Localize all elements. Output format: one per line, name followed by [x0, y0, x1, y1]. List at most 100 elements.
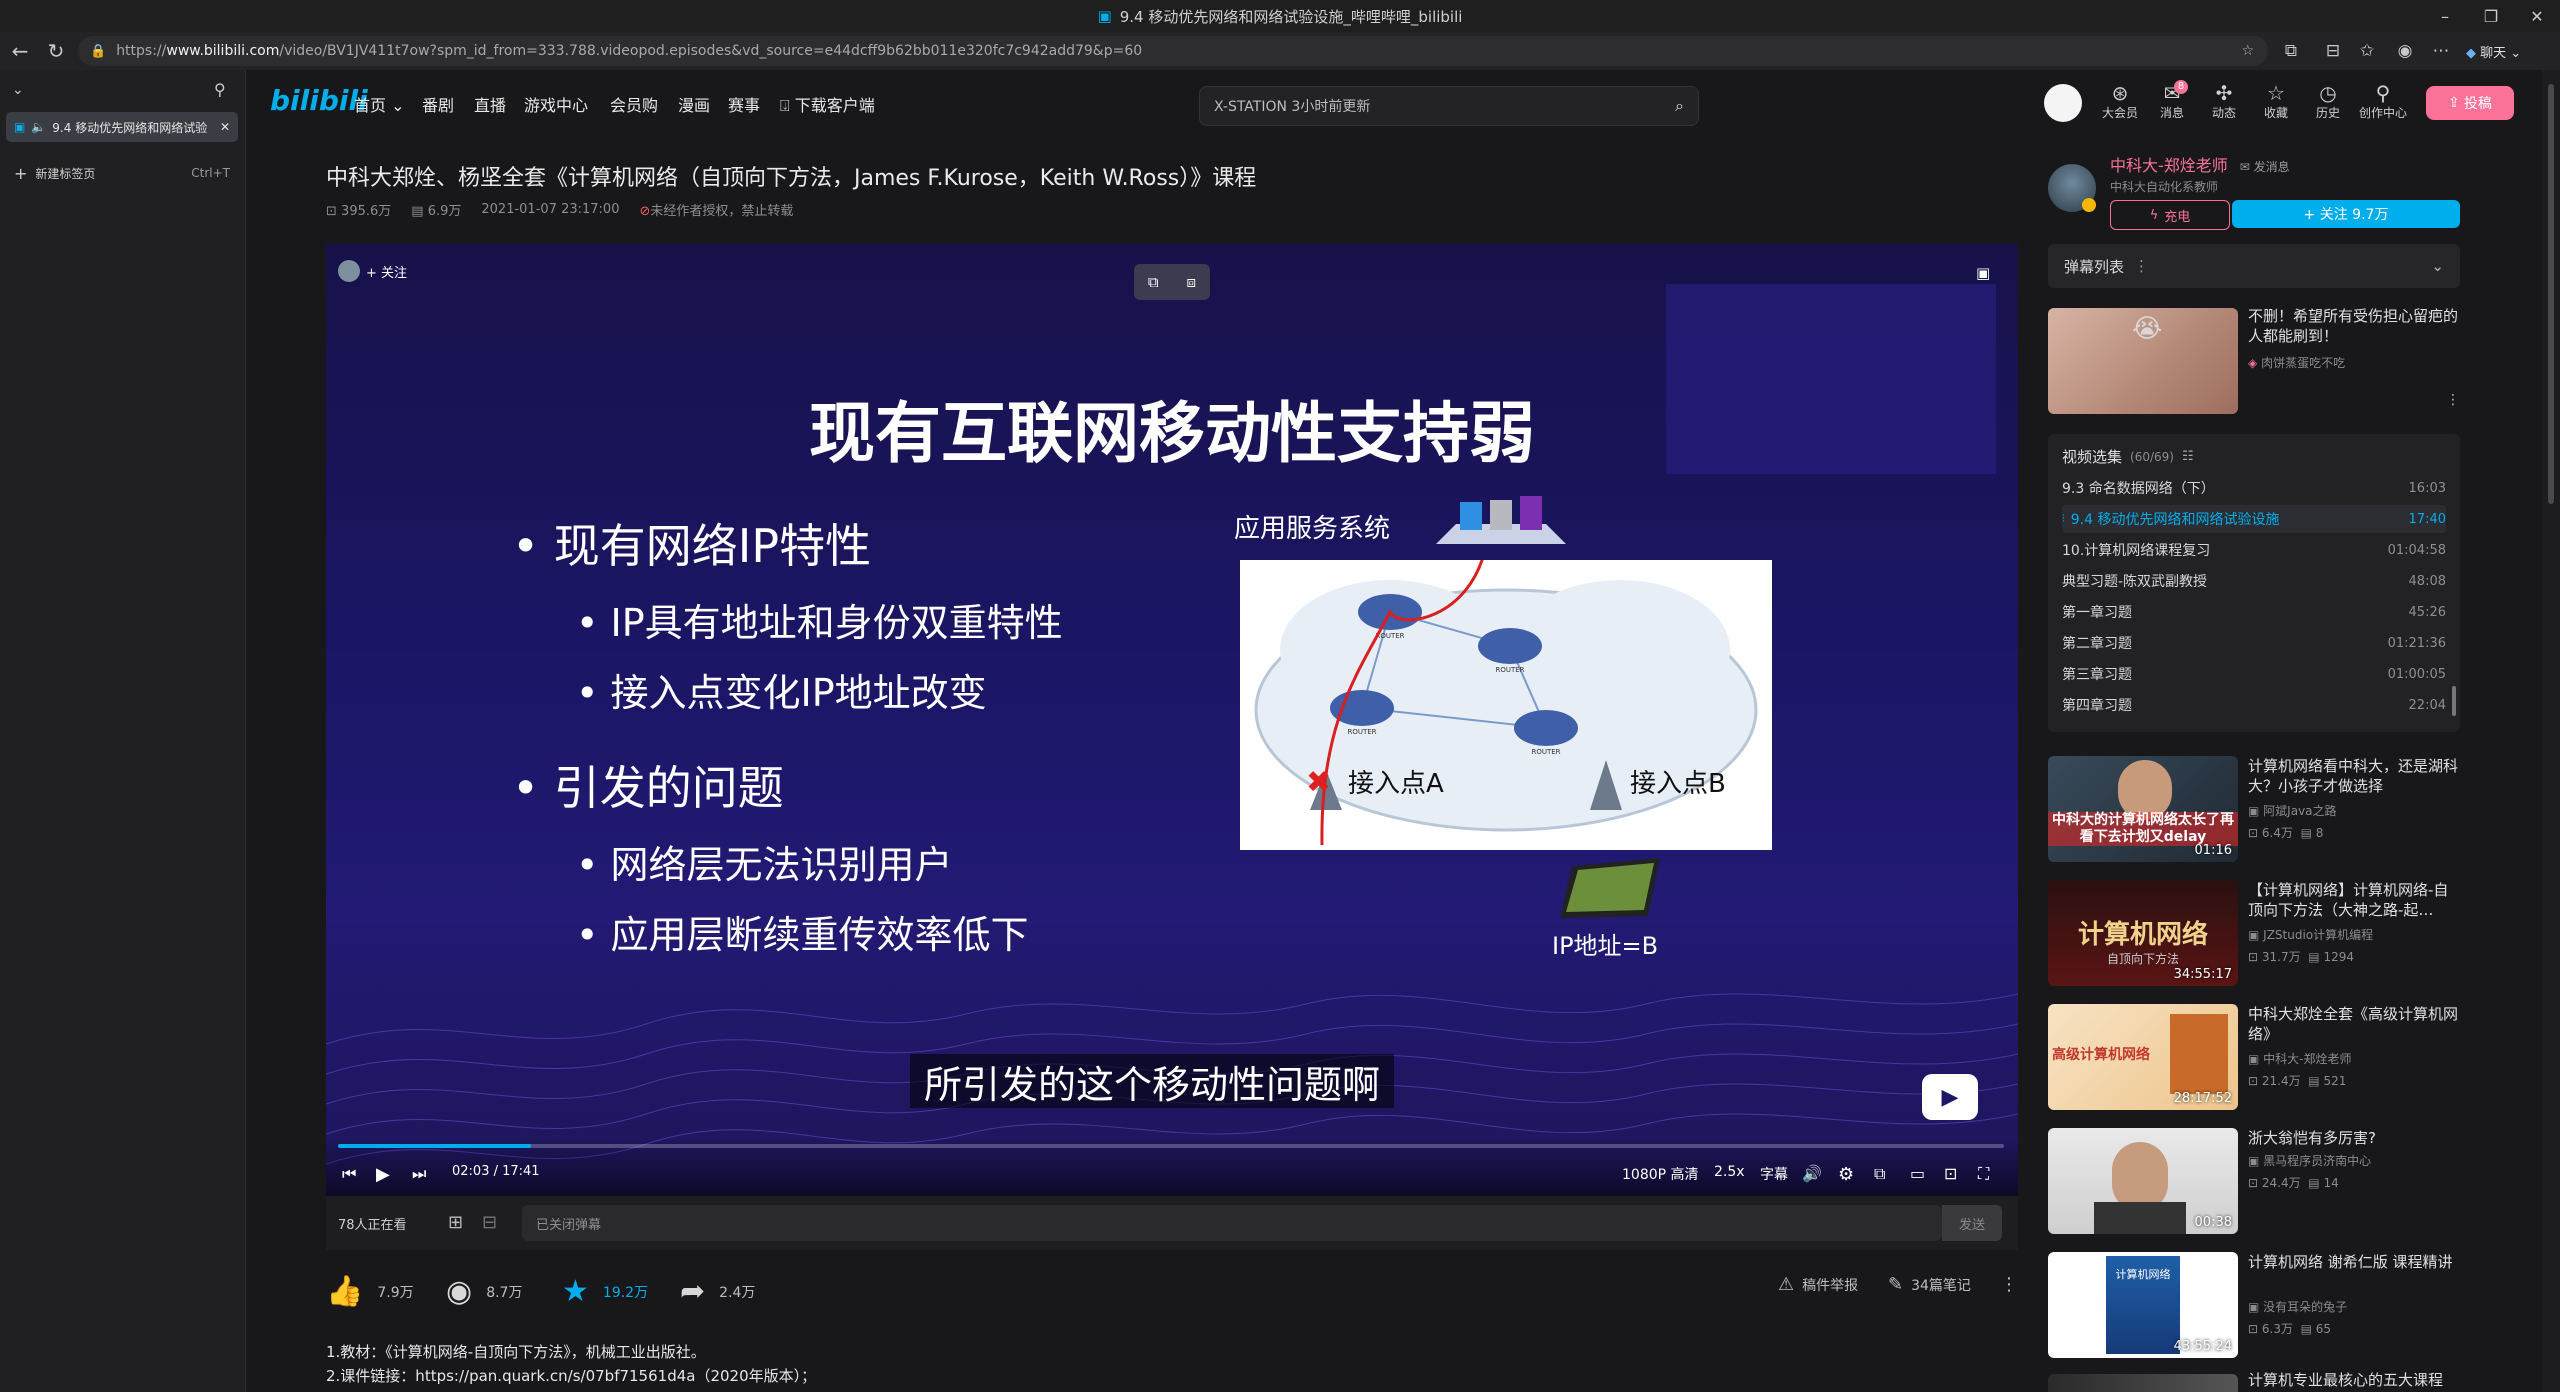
scrollbar-thumb[interactable] [2548, 84, 2554, 504]
playlist-item[interactable]: 10.计算机网络课程复习 01:04:58 [2062, 536, 2446, 564]
favorites-icon[interactable]: ✩ [2352, 36, 2382, 66]
coin-button[interactable]: ◉ 8.7万 [446, 1274, 522, 1309]
reload-icon[interactable]: ↻ [38, 33, 74, 69]
play-icon[interactable]: ▶ [376, 1164, 390, 1185]
playlist-scrollbar[interactable] [2452, 686, 2456, 716]
rec-thumbnail[interactable] [2048, 1374, 2238, 1392]
tab-active[interactable]: ▣ 🔈 9.4 移动优先网络和网络试验 ✕ [6, 112, 238, 142]
danmaku-input[interactable]: 已关闭弹幕 [522, 1205, 1942, 1241]
chevron-down-icon[interactable]: ⌄ [12, 82, 24, 98]
pin-sidebar-icon[interactable]: ⚲ [214, 80, 226, 99]
fullscreen-icon[interactable]: ⛶ [1978, 1164, 1989, 1184]
ad-thumbnail[interactable]: 😭 [2048, 308, 2238, 414]
more-options-icon[interactable]: ⋮ [2134, 257, 2149, 275]
rec-uploader[interactable]: ▣ 黑马程序员济南中心 [2248, 1152, 2371, 1169]
speed-button[interactable]: 2.5x [1714, 1164, 1745, 1180]
ad-more-icon[interactable]: ⋮ [2446, 392, 2460, 408]
nav-live[interactable]: 直播 [474, 92, 506, 116]
chevron-down-icon[interactable]: ⌄ [2431, 257, 2444, 275]
screenshot-icon[interactable]: ⧉ [1148, 273, 1159, 291]
rec-uploader[interactable]: ▣ JZStudio计算机编程 [2248, 926, 2373, 943]
notes-button[interactable]: ✎ 34篇笔记 [1888, 1274, 1971, 1295]
playlist-item-active[interactable]: ⫶ 9.4 移动优先网络和网络试验设施 17:40 [2062, 505, 2446, 533]
progress-bar[interactable] [338, 1144, 2004, 1148]
upload-button[interactable]: ⇪ 投稿 [2426, 86, 2514, 120]
danmaku-send-button[interactable]: 发送 [1942, 1205, 2002, 1241]
report-button[interactable]: ⚠ 稿件举报 [1778, 1274, 1858, 1295]
user-avatar[interactable] [2044, 84, 2082, 122]
rec-thumbnail[interactable]: 00:38 [2048, 1128, 2238, 1234]
ad-title[interactable]: 不删！希望所有受伤担心留疤的人都能刷到！ [2248, 306, 2460, 346]
rec-title[interactable]: 计算机专业最核心的五大课程 [2248, 1370, 2460, 1390]
nav-esports[interactable]: 赛事 [728, 92, 760, 116]
nav-home[interactable]: 首页 ⌄ [354, 92, 405, 116]
widescreen-icon[interactable]: ▭ [1910, 1164, 1925, 1183]
header-vip[interactable]: ⊛ 大会员 [2098, 82, 2142, 121]
search-icon[interactable]: ⌕ [1675, 96, 1684, 116]
search-input[interactable]: X-STATION 3小时前更新 ⌕ [1199, 86, 1699, 126]
extensions-icon[interactable]: ⧉ [2276, 36, 2306, 66]
rec-thumbnail[interactable]: 计算机网络 43:55:24 [2048, 1252, 2238, 1358]
pip-icon[interactable]: ⧈ [1187, 273, 1197, 291]
header-history[interactable]: ◷ 历史 [2306, 82, 2350, 121]
bookmark-star-icon[interactable]: ☆ [2241, 43, 2254, 59]
pip-toggle-icon[interactable]: ⧉ [1874, 1164, 1885, 1184]
rec-uploader[interactable]: ▣ 阿斌Java之路 [2248, 802, 2337, 819]
send-message-link[interactable]: ✉ 发消息 [2240, 160, 2290, 174]
web-fullscreen-icon[interactable]: ⊡ [1944, 1164, 1957, 1183]
close-window-icon[interactable]: ✕ [2512, 0, 2560, 32]
volume-icon[interactable]: 🔊 [1802, 1164, 1822, 1183]
restore-icon[interactable]: ❐ [2466, 0, 2516, 32]
minimize-icon[interactable]: – [2420, 0, 2470, 32]
playlist-item[interactable]: 第二章习题 01:21:36 [2062, 629, 2446, 657]
rec-uploader[interactable]: ▣ 中科大-郑烇老师 [2248, 1050, 2352, 1067]
rec-thumbnail[interactable]: 中科大的计算机网络太长了再看下去计划又delay 01:16 [2048, 756, 2238, 862]
more-icon[interactable]: ⋯ [2426, 36, 2456, 66]
close-tab-icon[interactable]: ✕ [220, 120, 230, 134]
follow-button[interactable]: + 关注 9.7万 [2232, 200, 2460, 228]
header-favorite[interactable]: ☆ 收藏 [2254, 82, 2298, 121]
nav-manga[interactable]: 漫画 [678, 92, 710, 116]
playlist-item[interactable]: 9.3 命名数据网络（下） 16:03 [2062, 474, 2446, 502]
playlist-item[interactable]: 第一章习题 45:26 [2062, 598, 2446, 626]
quality-button[interactable]: 1080P 高清 [1622, 1164, 1699, 1184]
next-episode-icon[interactable]: ⏭ [412, 1164, 426, 1184]
page-scrollbar[interactable] [2542, 70, 2560, 1392]
rec-title[interactable]: 浙大翁恺有多厉害? [2248, 1128, 2460, 1148]
header-message[interactable]: ✉ 消息 8 [2150, 80, 2194, 121]
nav-game-center[interactable]: 游戏中心 [524, 92, 588, 116]
nav-bangumi[interactable]: 番剧 [422, 92, 454, 116]
share-button[interactable]: ➦ 2.4万 [680, 1274, 755, 1309]
back-icon[interactable]: ← [2, 33, 38, 69]
danmaku-list-panel[interactable]: 弹幕列表 ⋮ ⌄ [2048, 244, 2460, 288]
like-button[interactable]: 👍 7.9万 [326, 1274, 414, 1309]
uploader-name[interactable]: 中科大-郑烇老师 ✉ 发消息 [2110, 152, 2290, 176]
split-screen-icon[interactable]: ⊟ [2318, 36, 2348, 66]
header-creator-center[interactable]: ⚲ 创作中心 [2358, 82, 2408, 121]
rec-title[interactable]: 计算机网络 谢希仁版 课程精讲 [2248, 1252, 2460, 1272]
playlist-item[interactable]: 第四章习题 22:04 [2062, 691, 2446, 719]
player-follow-button[interactable]: + 关注 [338, 260, 407, 282]
rec-title[interactable]: 【计算机网络】计算机网络-自顶向下方法（大神之路-起… [2248, 880, 2460, 920]
url-field[interactable]: 🔒 https://www.bilibili.com/video/BV1JV41… [78, 36, 2268, 66]
copilot-chat-button[interactable]: ◆ 聊天 ⌄ [2466, 42, 2521, 61]
nav-vip-shop[interactable]: 会员购 [610, 92, 658, 116]
header-dynamic[interactable]: ✣ 动态 [2202, 82, 2246, 121]
video-player[interactable]: + 关注 ⧉ ⧈ ▣ 现有互联网移动性支持弱 • 现有网络IP特性 • IP具有… [326, 244, 2018, 1196]
list-view-icon[interactable]: ☷ [2182, 449, 2194, 464]
rec-thumbnail[interactable]: 计算机网络 自顶向下方法 34:55:17 [2048, 880, 2238, 986]
favorite-button[interactable]: ★ 19.2万 [562, 1274, 648, 1309]
charge-button[interactable]: ϟ 充电 [2110, 200, 2230, 230]
rec-title[interactable]: 计算机网络看中科大，还是湖科大？小孩子才做选择 [2248, 756, 2460, 796]
rec-title[interactable]: 中科大郑烇全套《高级计算机网络》 [2248, 1004, 2460, 1044]
more-actions-icon[interactable]: ⋮ [2000, 1274, 2018, 1295]
rec-uploader[interactable]: ▣ 没有耳朵的兔子 [2248, 1298, 2347, 1315]
rec-thumbnail[interactable]: 高级计算机网络 28:17:52 [2048, 1004, 2238, 1110]
new-tab-button[interactable]: + 新建标签页 Ctrl+T [8, 158, 236, 188]
playlist-item[interactable]: 第三章习题 01:00:05 [2062, 660, 2446, 688]
settings-gear-icon[interactable]: ⚙ [1838, 1164, 1854, 1185]
prev-episode-icon[interactable]: ⏮ [342, 1164, 356, 1184]
danmaku-settings-icon[interactable]: ⊟ [482, 1212, 497, 1233]
caption-button[interactable]: 字幕 [1760, 1164, 1788, 1184]
playlist-item[interactable]: 典型习题-陈双武副教授 48:08 [2062, 567, 2446, 595]
